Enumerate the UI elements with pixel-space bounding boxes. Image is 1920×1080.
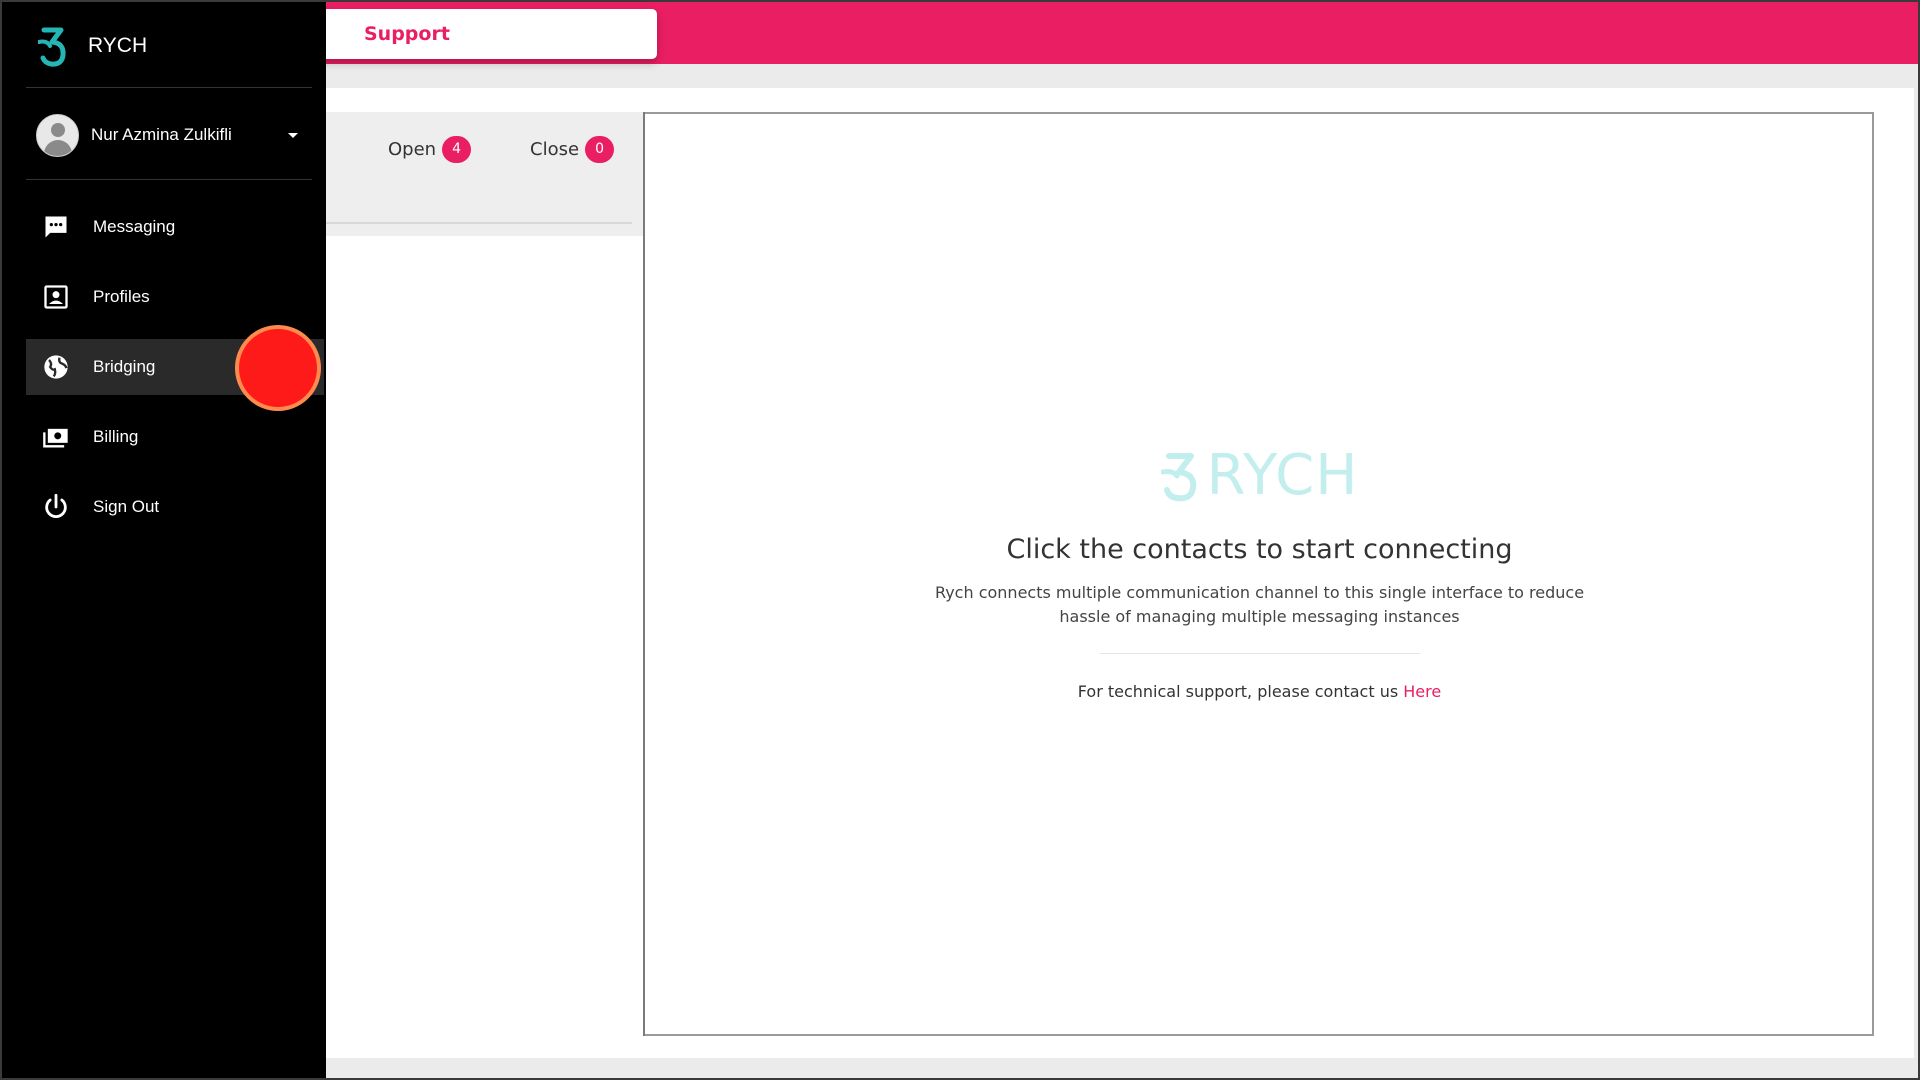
chat-panel: RYCH Click the contacts to start connect… [645, 112, 1874, 1036]
tab-close-count: 0 [585, 136, 615, 163]
rych-logo-icon [1160, 453, 1196, 502]
empty-state-title: Click the contacts to start connecting [1006, 534, 1513, 565]
contacts-search-input[interactable]: ntacts [302, 194, 632, 224]
sidebar-item-label: Messaging [93, 217, 176, 236]
user-menu[interactable]: Nur Azmina Zulkifli [36, 113, 298, 157]
sidebar-divider [26, 87, 312, 88]
click-indicator [235, 325, 321, 411]
sidebar-item-label: Billing [93, 427, 139, 446]
brand-logo-text: RYCH [1206, 443, 1359, 508]
globe-icon [42, 353, 70, 381]
tab-open-count: 4 [442, 136, 472, 163]
user-name: Nur Azmina Zulkifli [91, 125, 232, 144]
avatar [36, 113, 79, 157]
tab-close-label: Close [530, 139, 580, 160]
power-icon [42, 493, 70, 521]
sidebar-brand[interactable]: RYCH [38, 24, 147, 68]
billing-icon [42, 423, 70, 451]
support-tab[interactable]: Support [302, 9, 657, 59]
support-text-label: For technical support, please contact us [1077, 682, 1404, 701]
divider [1099, 653, 1420, 654]
sidebar-item-sign-out[interactable]: Sign Out [26, 479, 324, 535]
empty-state-description: Rych connects multiple communication cha… [934, 583, 1585, 626]
caret-down-icon [288, 132, 298, 138]
sidebar-item-billing[interactable]: Billing [26, 409, 324, 465]
brand-name: RYCH [88, 34, 148, 57]
sidebar-divider [26, 179, 312, 180]
contacts-header: Open 4 Close 0 ntacts [302, 112, 643, 236]
empty-state: RYCH Click the contacts to start connect… [645, 443, 1874, 702]
support-text: For technical support, please contact us… [645, 682, 1874, 701]
sidebar-item-messaging[interactable]: Messaging [26, 199, 324, 255]
message-icon [42, 213, 70, 241]
rych-logo-icon [38, 27, 66, 67]
tab-open[interactable]: Open 4 [388, 136, 472, 163]
tab-open-label: Open [388, 139, 437, 160]
sidebar-item-label: Profiles [93, 287, 150, 306]
support-here-link[interactable]: Here [1403, 682, 1441, 701]
sidebar-item-label: Bridging [93, 357, 156, 376]
sidebar-item-profiles[interactable]: Profiles [26, 269, 324, 325]
profile-icon [42, 283, 70, 311]
support-tab-label: Support [364, 23, 450, 45]
brand-logo: RYCH [1160, 443, 1359, 508]
sidebar: RYCH Nur Azmina Zulkifli Messaging Profi… [2, 2, 326, 1078]
tab-close[interactable]: Close 0 [530, 136, 615, 163]
contacts-panel: Open 4 Close 0 ntacts [302, 112, 645, 1036]
sidebar-item-label: Sign Out [93, 497, 160, 516]
app-window: Support Open 4 Close 0 ntacts [0, 0, 1920, 1080]
